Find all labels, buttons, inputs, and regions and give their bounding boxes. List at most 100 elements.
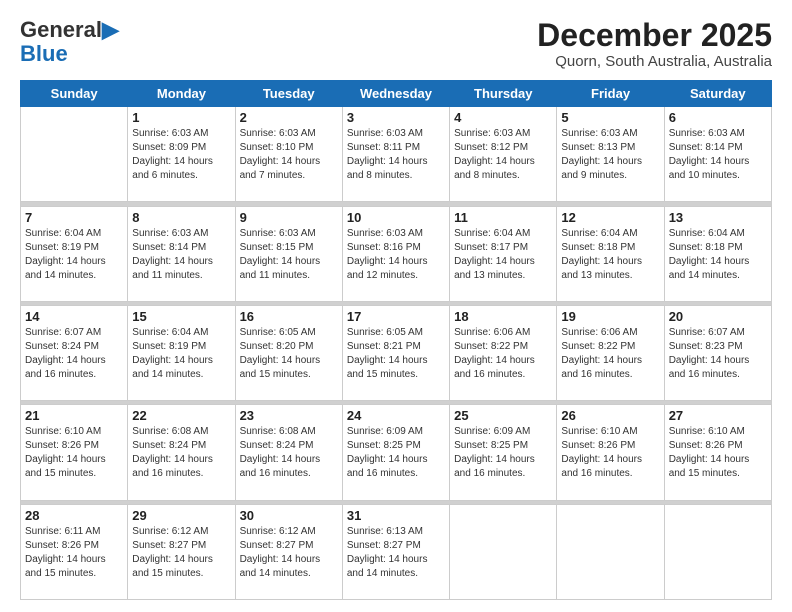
logo-blue: Blue bbox=[20, 42, 68, 66]
day-number: 4 bbox=[454, 110, 552, 125]
day-number: 17 bbox=[347, 309, 445, 324]
day-number: 9 bbox=[240, 210, 338, 225]
week-row-5: 28 Sunrise: 6:11 AM Sunset: 8:26 PM Dayli… bbox=[21, 504, 772, 599]
calendar-header-row: Sunday Monday Tuesday Wednesday Thursday… bbox=[21, 81, 772, 107]
day-number: 19 bbox=[561, 309, 659, 324]
main-title: December 2025 bbox=[537, 18, 772, 53]
day-info: Sunrise: 6:04 AM Sunset: 8:18 PM Dayligh… bbox=[561, 227, 659, 283]
day-info: Sunrise: 6:05 AM Sunset: 8:20 PM Dayligh… bbox=[240, 326, 338, 382]
day-number: 16 bbox=[240, 309, 338, 324]
calendar-cell: 10 Sunrise: 6:03 AM Sunset: 8:16 PM Dayli… bbox=[342, 206, 449, 301]
day-info: Sunrise: 6:04 AM Sunset: 8:19 PM Dayligh… bbox=[132, 326, 230, 382]
week-row-1: 1 Sunrise: 6:03 AM Sunset: 8:09 PM Daylig… bbox=[21, 107, 772, 202]
day-number: 25 bbox=[454, 408, 552, 423]
header-saturday: Saturday bbox=[664, 81, 771, 107]
calendar-cell: 27 Sunrise: 6:10 AM Sunset: 8:26 PM Dayli… bbox=[664, 405, 771, 500]
day-number: 27 bbox=[669, 408, 767, 423]
day-number: 24 bbox=[347, 408, 445, 423]
day-info: Sunrise: 6:13 AM Sunset: 8:27 PM Dayligh… bbox=[347, 525, 445, 581]
day-number: 28 bbox=[25, 508, 123, 523]
page: General▶ Blue December 2025 Quorn, South… bbox=[0, 0, 792, 612]
day-info: Sunrise: 6:03 AM Sunset: 8:09 PM Dayligh… bbox=[132, 127, 230, 183]
logo: General▶ Blue bbox=[20, 18, 119, 66]
day-info: Sunrise: 6:03 AM Sunset: 8:10 PM Dayligh… bbox=[240, 127, 338, 183]
calendar-cell bbox=[450, 504, 557, 599]
calendar-cell bbox=[557, 504, 664, 599]
day-number: 14 bbox=[25, 309, 123, 324]
calendar-table: Sunday Monday Tuesday Wednesday Thursday… bbox=[20, 80, 772, 600]
day-number: 12 bbox=[561, 210, 659, 225]
day-info: Sunrise: 6:09 AM Sunset: 8:25 PM Dayligh… bbox=[454, 425, 552, 481]
week-row-3: 14 Sunrise: 6:07 AM Sunset: 8:24 PM Dayli… bbox=[21, 306, 772, 401]
calendar-cell: 13Sunrise: 6:04 AM Sunset: 8:18 PM Dayli… bbox=[664, 206, 771, 301]
calendar-cell: 31 Sunrise: 6:13 AM Sunset: 8:27 PM Dayli… bbox=[342, 504, 449, 599]
week-row-4: 21Sunrise: 6:10 AM Sunset: 8:26 PM Dayli… bbox=[21, 405, 772, 500]
day-info: Sunrise: 6:04 AM Sunset: 8:19 PM Dayligh… bbox=[25, 227, 123, 283]
day-info: Sunrise: 6:04 AM Sunset: 8:17 PM Dayligh… bbox=[454, 227, 552, 283]
calendar-cell: 14 Sunrise: 6:07 AM Sunset: 8:24 PM Dayli… bbox=[21, 306, 128, 401]
calendar-cell: 22 Sunrise: 6:08 AM Sunset: 8:24 PM Dayli… bbox=[128, 405, 235, 500]
calendar-cell: 15 Sunrise: 6:04 AM Sunset: 8:19 PM Dayli… bbox=[128, 306, 235, 401]
calendar-cell: 16 Sunrise: 6:05 AM Sunset: 8:20 PM Dayli… bbox=[235, 306, 342, 401]
header-friday: Friday bbox=[557, 81, 664, 107]
calendar-cell: 2 Sunrise: 6:03 AM Sunset: 8:10 PM Daylig… bbox=[235, 107, 342, 202]
header-wednesday: Wednesday bbox=[342, 81, 449, 107]
header-tuesday: Tuesday bbox=[235, 81, 342, 107]
calendar-cell: 18 Sunrise: 6:06 AM Sunset: 8:22 PM Dayli… bbox=[450, 306, 557, 401]
day-number: 7 bbox=[25, 210, 123, 225]
day-number: 5 bbox=[561, 110, 659, 125]
day-number: 31 bbox=[347, 508, 445, 523]
header-thursday: Thursday bbox=[450, 81, 557, 107]
day-info: Sunrise: 6:03 AM Sunset: 8:16 PM Dayligh… bbox=[347, 227, 445, 283]
day-info: Sunrise: 6:07 AM Sunset: 8:24 PM Dayligh… bbox=[25, 326, 123, 382]
day-info: Sunrise: 6:10 AM Sunset: 8:26 PM Dayligh… bbox=[669, 425, 767, 481]
subtitle: Quorn, South Australia, Australia bbox=[537, 53, 772, 70]
logo-text: General▶ bbox=[20, 18, 119, 42]
day-info: Sunrise: 6:09 AM Sunset: 8:25 PM Dayligh… bbox=[347, 425, 445, 481]
day-info: Sunrise: 6:08 AM Sunset: 8:24 PM Dayligh… bbox=[240, 425, 338, 481]
day-info: Sunrise: 6:12 AM Sunset: 8:27 PM Dayligh… bbox=[132, 525, 230, 581]
calendar-cell bbox=[21, 107, 128, 202]
calendar-cell: 25 Sunrise: 6:09 AM Sunset: 8:25 PM Dayli… bbox=[450, 405, 557, 500]
calendar-cell: 8 Sunrise: 6:03 AM Sunset: 8:14 PM Daylig… bbox=[128, 206, 235, 301]
calendar-cell: 23Sunrise: 6:08 AM Sunset: 8:24 PM Dayli… bbox=[235, 405, 342, 500]
header-sunday: Sunday bbox=[21, 81, 128, 107]
day-number: 26 bbox=[561, 408, 659, 423]
day-number: 8 bbox=[132, 210, 230, 225]
day-info: Sunrise: 6:08 AM Sunset: 8:24 PM Dayligh… bbox=[132, 425, 230, 481]
calendar-cell: 30Sunrise: 6:12 AM Sunset: 8:27 PM Dayli… bbox=[235, 504, 342, 599]
day-number: 10 bbox=[347, 210, 445, 225]
calendar-cell bbox=[664, 504, 771, 599]
calendar-cell: 1 Sunrise: 6:03 AM Sunset: 8:09 PM Daylig… bbox=[128, 107, 235, 202]
calendar-cell: 29Sunrise: 6:12 AM Sunset: 8:27 PM Dayli… bbox=[128, 504, 235, 599]
day-info: Sunrise: 6:10 AM Sunset: 8:26 PM Dayligh… bbox=[561, 425, 659, 481]
calendar-cell: 4 Sunrise: 6:03 AM Sunset: 8:12 PM Daylig… bbox=[450, 107, 557, 202]
day-number: 30 bbox=[240, 508, 338, 523]
day-info: Sunrise: 6:03 AM Sunset: 8:14 PM Dayligh… bbox=[669, 127, 767, 183]
calendar-cell: 24 Sunrise: 6:09 AM Sunset: 8:25 PM Dayli… bbox=[342, 405, 449, 500]
calendar-cell: 6Sunrise: 6:03 AM Sunset: 8:14 PM Daylig… bbox=[664, 107, 771, 202]
day-info: Sunrise: 6:03 AM Sunset: 8:13 PM Dayligh… bbox=[561, 127, 659, 183]
calendar-cell: 11Sunrise: 6:04 AM Sunset: 8:17 PM Dayli… bbox=[450, 206, 557, 301]
calendar-cell: 26 Sunrise: 6:10 AM Sunset: 8:26 PM Dayli… bbox=[557, 405, 664, 500]
day-number: 2 bbox=[240, 110, 338, 125]
day-info: Sunrise: 6:11 AM Sunset: 8:26 PM Dayligh… bbox=[25, 525, 123, 581]
week-row-2: 7 Sunrise: 6:04 AM Sunset: 8:19 PM Daylig… bbox=[21, 206, 772, 301]
day-number: 15 bbox=[132, 309, 230, 324]
day-info: Sunrise: 6:05 AM Sunset: 8:21 PM Dayligh… bbox=[347, 326, 445, 382]
day-info: Sunrise: 6:03 AM Sunset: 8:11 PM Dayligh… bbox=[347, 127, 445, 183]
day-info: Sunrise: 6:03 AM Sunset: 8:12 PM Dayligh… bbox=[454, 127, 552, 183]
day-info: Sunrise: 6:07 AM Sunset: 8:23 PM Dayligh… bbox=[669, 326, 767, 382]
day-number: 1 bbox=[132, 110, 230, 125]
title-block: December 2025 Quorn, South Australia, Au… bbox=[537, 18, 772, 70]
day-number: 22 bbox=[132, 408, 230, 423]
calendar-cell: 3Sunrise: 6:03 AM Sunset: 8:11 PM Daylig… bbox=[342, 107, 449, 202]
day-info: Sunrise: 6:06 AM Sunset: 8:22 PM Dayligh… bbox=[561, 326, 659, 382]
day-number: 18 bbox=[454, 309, 552, 324]
day-info: Sunrise: 6:06 AM Sunset: 8:22 PM Dayligh… bbox=[454, 326, 552, 382]
calendar-cell: 19 Sunrise: 6:06 AM Sunset: 8:22 PM Dayli… bbox=[557, 306, 664, 401]
day-info: Sunrise: 6:03 AM Sunset: 8:14 PM Dayligh… bbox=[132, 227, 230, 283]
calendar-cell: 28 Sunrise: 6:11 AM Sunset: 8:26 PM Dayli… bbox=[21, 504, 128, 599]
day-number: 20 bbox=[669, 309, 767, 324]
calendar-cell: 17 Sunrise: 6:05 AM Sunset: 8:21 PM Dayli… bbox=[342, 306, 449, 401]
